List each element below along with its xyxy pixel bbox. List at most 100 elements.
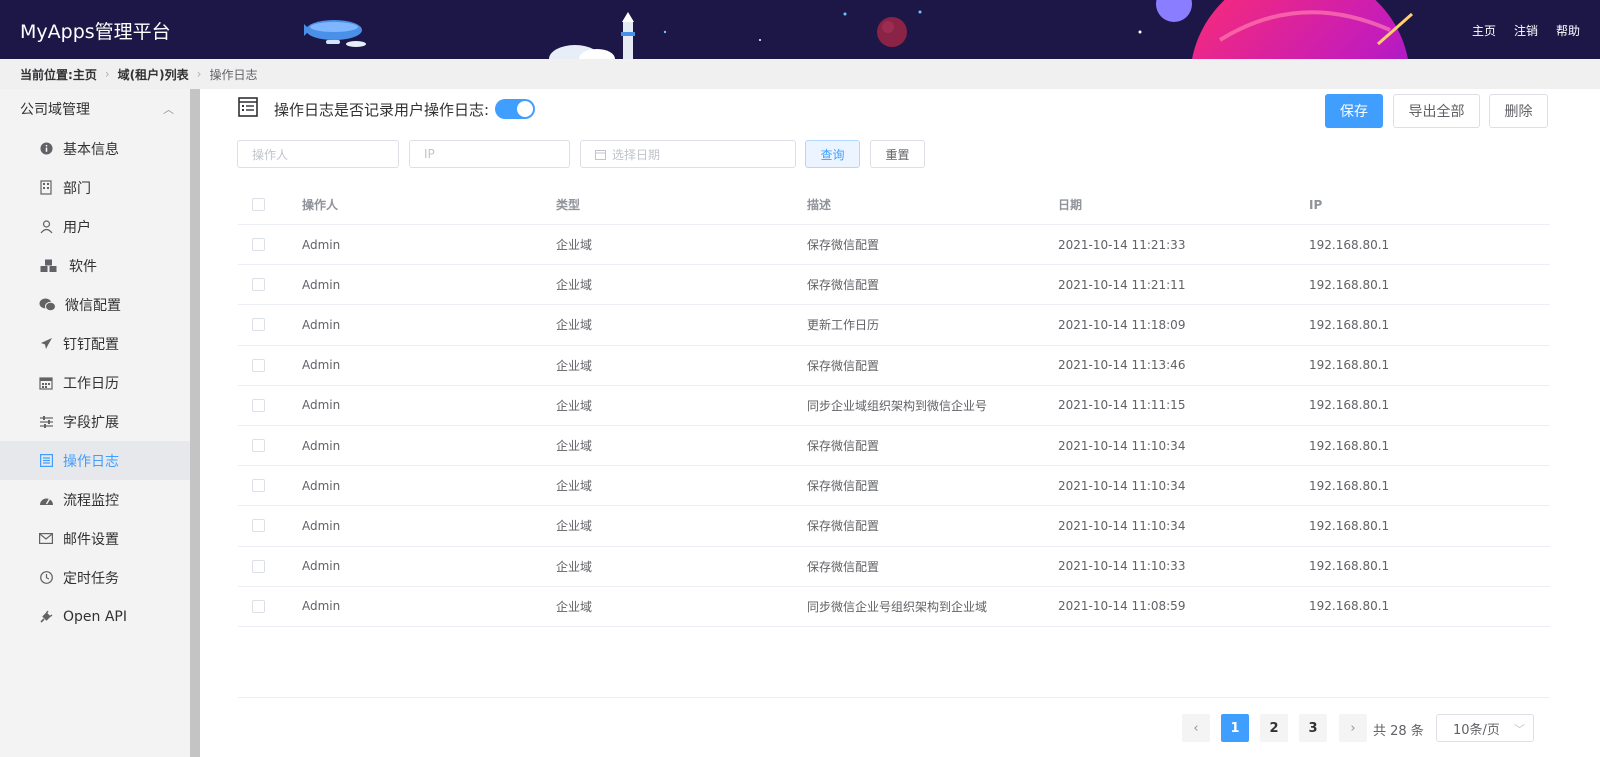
row-checkbox[interactable] xyxy=(252,599,265,613)
column-header-description: 描述 xyxy=(807,198,832,212)
cell-description: 保存微信配置 xyxy=(807,238,880,253)
next-page-button[interactable]: › xyxy=(1339,714,1367,742)
sidebar-group-company[interactable]: 公司域管理 ︿ xyxy=(0,89,200,129)
sidebar-item-wechat[interactable]: 微信配置 xyxy=(0,285,200,324)
cell-ip: 192.168.80.1 xyxy=(1309,358,1390,373)
cell-type: 企业域 xyxy=(556,519,593,534)
row-checkbox[interactable] xyxy=(252,398,265,412)
select-all-checkbox[interactable] xyxy=(252,198,265,211)
cell-date: 2021-10-14 11:10:34 xyxy=(1058,438,1186,453)
sidebar-item-label: Open API xyxy=(63,608,127,625)
table-row: Admin 企业域 保存微信配置 2021-10-14 11:10:34 192.168… xyxy=(238,506,1550,547)
cell-ip: 192.168.80.1 xyxy=(1309,277,1390,292)
cell-type: 企业域 xyxy=(556,278,593,293)
query-button[interactable]: 查询 xyxy=(805,140,860,168)
sidebar-item-department[interactable]: 部门 xyxy=(0,168,200,207)
cell-type: 企业域 xyxy=(556,318,593,333)
row-checkbox[interactable] xyxy=(252,278,265,292)
sidebar-item-open-api[interactable]: Open API xyxy=(0,597,200,636)
list-icon xyxy=(238,97,258,121)
breadcrumb-tenant-list[interactable]: 域(租户)列表 xyxy=(118,66,189,83)
column-header-type: 类型 xyxy=(556,198,581,212)
cell-operator: Admin xyxy=(302,518,341,533)
log-table: 操作人 类型 描述 日期 IP Admin 企业域 保存微信配置 2021-10-14… xyxy=(238,185,1550,627)
prev-page-button[interactable]: ‹ xyxy=(1182,714,1210,742)
cell-description: 同步企业域组织架构到微信企业号 xyxy=(807,398,988,413)
nav-logout-link[interactable]: 注销 xyxy=(1514,22,1538,39)
sidebar-item-label: 定时任务 xyxy=(63,570,119,587)
row-checkbox[interactable] xyxy=(252,318,265,332)
sidebar-item-software[interactable]: 软件 xyxy=(0,246,200,285)
cell-date: 2021-10-14 11:10:34 xyxy=(1058,518,1186,533)
row-checkbox[interactable] xyxy=(252,358,265,372)
row-checkbox[interactable] xyxy=(252,519,265,533)
cell-date: 2021-10-14 11:08:59 xyxy=(1058,599,1186,614)
cell-ip: 192.168.80.1 xyxy=(1309,559,1390,574)
sidebar-scrollbar[interactable] xyxy=(190,89,200,757)
export-all-button[interactable]: 导出全部 xyxy=(1393,94,1480,128)
sidebar-item-label: 邮件设置 xyxy=(63,531,119,548)
table-row: Admin 企业域 保存微信配置 2021-10-14 11:10:34 192.168… xyxy=(238,466,1550,507)
cell-date: 2021-10-14 11:21:11 xyxy=(1058,277,1186,292)
delete-button[interactable]: 删除 xyxy=(1489,94,1548,128)
sidebar-item-process-monitor[interactable]: 流程监控 xyxy=(0,480,200,519)
cell-description: 保存微信配置 xyxy=(807,439,880,454)
cell-description: 保存微信配置 xyxy=(807,519,880,534)
sidebar-item-label: 工作日历 xyxy=(63,375,119,392)
top-header: MyApps管理平台 主页 注销 帮助 xyxy=(0,0,1600,59)
nav-help-link[interactable]: 帮助 xyxy=(1556,22,1580,39)
chevron-up-icon: ︿ xyxy=(163,103,174,116)
row-checkbox[interactable] xyxy=(252,479,265,493)
sidebar-item-calendar[interactable]: 工作日历 xyxy=(0,363,200,402)
reset-button[interactable]: 重置 xyxy=(870,140,925,168)
cell-date: 2021-10-14 11:10:34 xyxy=(1058,478,1186,493)
log-setting-label: 操作日志是否记录用户操作日志: xyxy=(274,100,490,119)
sidebar-item-dingtalk[interactable]: 钉钉配置 xyxy=(0,324,200,363)
breadcrumb-home[interactable]: 主页 xyxy=(73,66,97,83)
sidebar-item-label: 基本信息 xyxy=(63,141,119,158)
cell-description: 保存微信配置 xyxy=(807,278,880,293)
nav-home-link[interactable]: 主页 xyxy=(1472,22,1496,39)
row-checkbox[interactable] xyxy=(252,238,265,252)
page-button-3[interactable]: 3 xyxy=(1299,714,1327,742)
cell-operator: Admin xyxy=(302,559,341,574)
page-button-2[interactable]: 2 xyxy=(1260,714,1288,742)
cell-description: 保存微信配置 xyxy=(807,559,880,574)
sidebar-item-scheduled-task[interactable]: 定时任务 xyxy=(0,558,200,597)
sidebar-item-user[interactable]: 用户 xyxy=(0,207,200,246)
cell-description: 保存微信配置 xyxy=(807,358,880,373)
table-row: Admin 企业域 更新工作日历 2021-10-14 11:18:09 192.168… xyxy=(238,305,1550,346)
sidebar-item-field-extension[interactable]: 字段扩展 xyxy=(0,402,200,441)
page-button-1[interactable]: 1 xyxy=(1221,714,1249,742)
calendar-icon xyxy=(595,149,606,160)
airship-illustration xyxy=(304,20,366,47)
mail-icon xyxy=(38,531,54,547)
row-checkbox[interactable] xyxy=(252,439,265,453)
breadcrumb-current: 操作日志 xyxy=(209,67,258,82)
table-body: Admin 企业域 保存微信配置 2021-10-14 11:21:33 192.168… xyxy=(238,225,1550,627)
table-row: Admin 企业域 保存微信配置 2021-10-14 11:10:34 192.168… xyxy=(238,426,1550,467)
cell-type: 企业域 xyxy=(556,559,593,574)
ip-input[interactable]: IP xyxy=(409,140,570,168)
sidebar-item-label: 软件 xyxy=(69,258,97,275)
page-size-select[interactable]: 10条/页 ﹀ xyxy=(1436,714,1534,742)
table-row: Admin 企业域 保存微信配置 2021-10-14 11:21:33 192.168… xyxy=(238,225,1550,266)
cell-ip: 192.168.80.1 xyxy=(1309,398,1390,413)
save-button[interactable]: 保存 xyxy=(1325,94,1383,128)
cell-date: 2021-10-14 11:10:33 xyxy=(1058,559,1186,574)
row-checkbox[interactable] xyxy=(252,559,265,573)
operator-input[interactable]: 操作人 xyxy=(237,140,399,168)
cell-operator: Admin xyxy=(302,237,341,252)
date-picker[interactable]: 选择日期 xyxy=(580,140,796,168)
log-record-switch[interactable] xyxy=(495,99,536,119)
cell-description: 同步微信企业号组织架构到企业域 xyxy=(807,599,988,614)
cubes-icon xyxy=(38,258,60,274)
log-icon xyxy=(38,453,54,469)
plane-icon xyxy=(38,336,54,352)
sidebar-item-operation-log[interactable]: 操作日志 xyxy=(0,441,200,480)
date-placeholder: 选择日期 xyxy=(612,147,661,162)
cell-date: 2021-10-14 11:21:33 xyxy=(1058,237,1186,252)
sidebar-item-basic-info[interactable]: 基本信息 xyxy=(0,129,200,168)
sidebar-item-mail-settings[interactable]: 邮件设置 xyxy=(0,519,200,558)
gauge-icon xyxy=(38,492,54,508)
